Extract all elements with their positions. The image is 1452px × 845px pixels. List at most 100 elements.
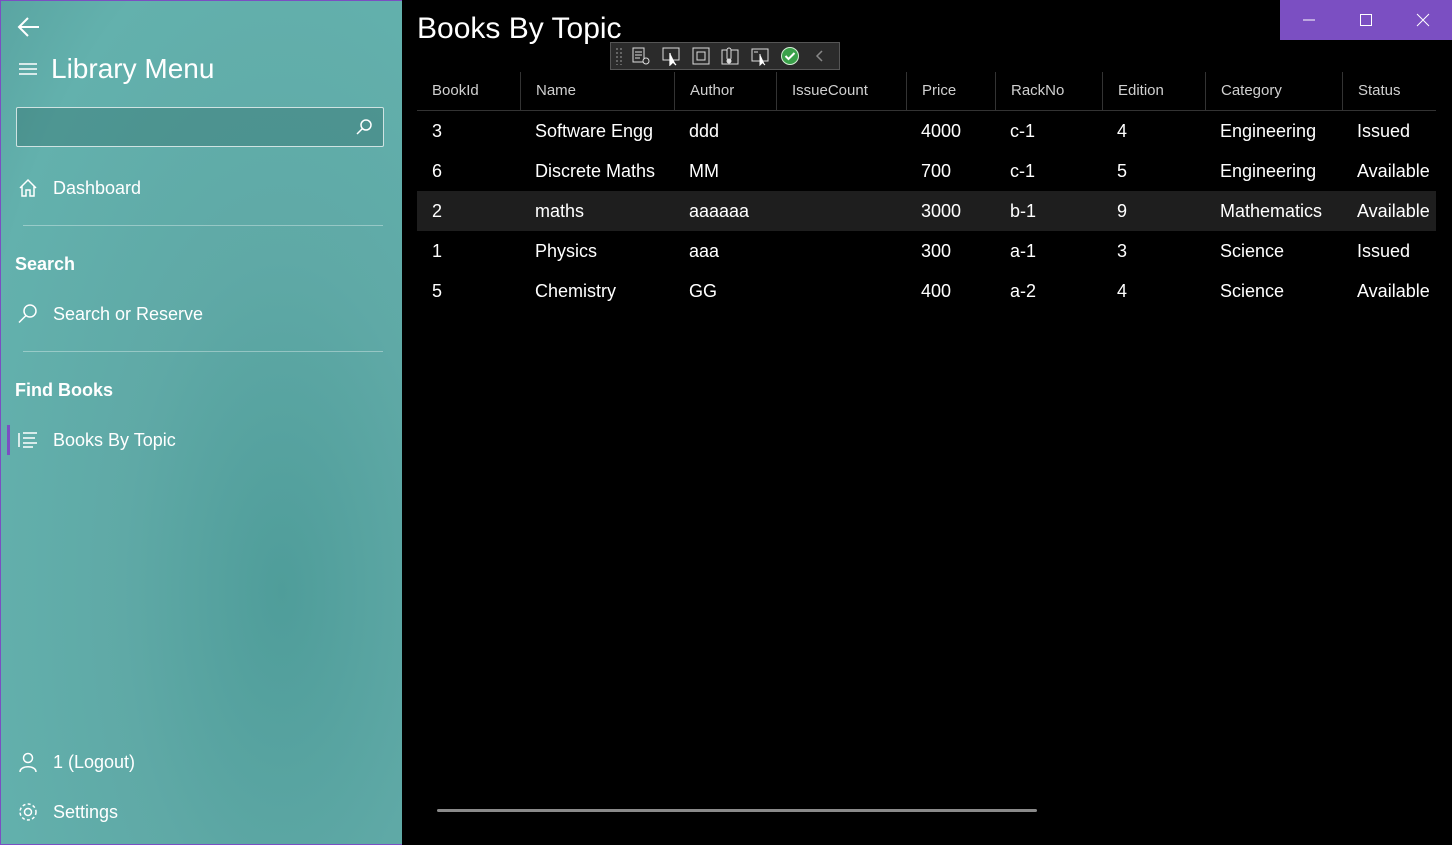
navigation-pane: Library Menu Dashboard Search Search or … [0, 0, 402, 845]
column-header[interactable]: IssueCount [776, 72, 906, 110]
table-cell: Chemistry [535, 281, 617, 301]
table-cell: 4 [1117, 281, 1128, 301]
column-header[interactable]: Price [906, 72, 995, 110]
content-area: Books By Topic BookId Name Author IssueC… [402, 0, 1452, 845]
column-header[interactable]: Status [1342, 72, 1436, 110]
close-icon [1416, 13, 1430, 27]
table-cell: maths [535, 201, 585, 221]
section-header-find-books: Find Books [15, 380, 113, 400]
section-header-search: Search [15, 254, 76, 274]
table-cell: Available [1357, 161, 1430, 181]
table-cell: 3000 [921, 201, 962, 221]
table-cell: Issued [1357, 121, 1411, 141]
table-cell [776, 151, 906, 191]
table-cell: 2 [432, 201, 443, 221]
divider [23, 225, 383, 226]
table-cell: 3 [1117, 241, 1128, 261]
hamburger-menu-icon[interactable] [17, 58, 39, 80]
visual-tree-icon [632, 47, 650, 65]
back-button[interactable] [15, 13, 43, 41]
column-header[interactable]: Category [1205, 72, 1342, 110]
sidebar-item-label: 1 (Logout) [53, 751, 136, 772]
back-arrow-icon [17, 17, 39, 37]
column-header[interactable]: Name [520, 72, 674, 110]
table-cell [776, 271, 906, 311]
column-header[interactable]: Author [674, 72, 776, 110]
table-cell: a-1 [1010, 241, 1037, 261]
table-cell: 5 [1117, 161, 1128, 181]
hot-reload-icon [751, 48, 769, 66]
table-cell: 400 [921, 281, 952, 301]
grid-header: BookId Name Author IssueCount Price RackNo Edi… [417, 72, 1436, 111]
user-icon [19, 752, 37, 773]
table-cell: 6 [432, 161, 443, 181]
thermometer-icon [721, 47, 739, 65]
chevron-left-icon [815, 50, 823, 62]
table-cell: ddd [689, 121, 720, 141]
column-header[interactable]: Edition [1102, 72, 1205, 110]
hot-reload-button[interactable] [750, 45, 771, 67]
horizontal-scrollbar[interactable] [437, 809, 1037, 812]
table-cell: 300 [921, 241, 952, 261]
binding-status-button[interactable] [779, 45, 800, 67]
divider [23, 351, 383, 352]
table-cell: c-1 [1010, 161, 1036, 181]
search-icon[interactable] [355, 118, 373, 136]
collapse-toolbar-button[interactable] [809, 45, 830, 67]
table-row[interactable]: 1 Physics aaa 300 a-1 3 Science Issued [417, 231, 1436, 271]
minimize-button[interactable] [1280, 0, 1337, 40]
table-cell: aaaaaa [689, 201, 750, 221]
window-controls [1280, 0, 1452, 40]
toolbar-grip[interactable] [615, 47, 623, 65]
column-header[interactable]: BookId [417, 72, 520, 110]
table-cell: Science [1220, 281, 1285, 301]
adorner-icon [692, 47, 710, 65]
table-cell: Discrete Maths [535, 161, 656, 181]
track-focus-button[interactable] [720, 45, 741, 67]
table-row[interactable]: 2 maths aaaaaa 3000 b-1 9 Mathematics Available [417, 191, 1436, 231]
table-cell: Available [1357, 281, 1430, 301]
select-element-button[interactable] [660, 45, 681, 67]
table-cell: Engineering [1220, 161, 1317, 181]
search-icon [18, 304, 37, 324]
table-cell: Available [1357, 201, 1430, 221]
table-row[interactable]: 6 Discrete Maths MM 700 c-1 5 Engineering Avail… [417, 151, 1436, 191]
sidebar-item-settings[interactable]: Settings [17, 801, 118, 823]
table-cell: 9 [1117, 201, 1128, 221]
table-cell [776, 231, 906, 271]
table-cell: Physics [535, 241, 598, 261]
sidebar-item-dashboard[interactable]: Dashboard [17, 177, 141, 199]
sidebar-item-books-by-topic[interactable]: Books By Topic [17, 429, 176, 451]
close-button[interactable] [1395, 0, 1452, 40]
table-row[interactable]: 5 Chemistry GG 400 a-2 4 Science Available [417, 271, 1436, 311]
menu-header: Library Menu [17, 53, 214, 85]
table-cell [776, 191, 906, 231]
table-cell: 5 [432, 281, 443, 301]
live-visual-tree-button[interactable] [631, 45, 652, 67]
column-header[interactable]: RackNo [995, 72, 1102, 110]
table-cell: 4 [1117, 121, 1128, 141]
sidebar-item-label: Search or Reserve [53, 303, 204, 324]
table-cell: MM [689, 161, 719, 181]
maximize-button[interactable] [1337, 0, 1394, 40]
table-cell [776, 111, 906, 151]
home-icon [19, 178, 37, 197]
table-cell: Software Engg [535, 121, 654, 141]
search-input[interactable] [25, 108, 349, 148]
table-cell: Mathematics [1220, 201, 1323, 221]
table-cell: b-1 [1010, 201, 1037, 221]
sidebar-item-label: Settings [53, 801, 119, 822]
search-box[interactable] [16, 107, 384, 148]
table-cell: GG [689, 281, 718, 301]
table-cell: 3 [432, 121, 443, 141]
sidebar-item-search-or-reserve[interactable]: Search or Reserve [17, 303, 203, 325]
green-check-icon [780, 47, 799, 65]
display-layout-adorners-button[interactable] [690, 45, 711, 67]
xaml-debug-toolbar [610, 42, 840, 70]
select-cursor-icon [662, 47, 680, 66]
table-row[interactable]: 3 Software Engg ddd 4000 c-1 4 Engineering Issu… [417, 111, 1436, 151]
table-cell: Issued [1357, 241, 1411, 261]
grid-body: 3 Software Engg ddd 4000 c-1 4 Engineering Issu… [417, 111, 1436, 311]
books-data-grid: BookId Name Author IssueCount Price RackNo Edi… [417, 72, 1436, 311]
sidebar-item-logout[interactable]: 1 (Logout) [17, 751, 135, 773]
